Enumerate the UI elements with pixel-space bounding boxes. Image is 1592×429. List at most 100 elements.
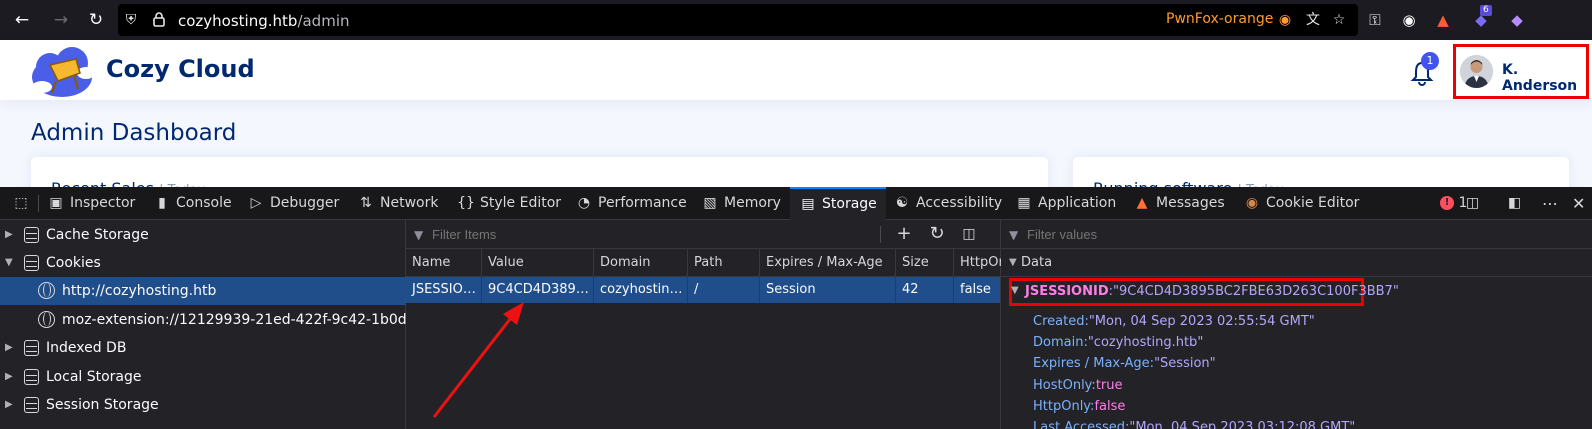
bookmark-star-icon[interactable]: ☆ — [1330, 11, 1348, 29]
tab-label: Application — [1038, 195, 1117, 211]
element-picker-icon[interactable]: ⬚ — [6, 187, 36, 220]
cell-size[interactable]: 42 — [896, 277, 954, 303]
profile-dropdown[interactable]: K. Anderson — [1453, 44, 1589, 99]
filter-icon: ▼ — [414, 228, 424, 242]
lock-icon[interactable] — [150, 11, 168, 29]
tree-item-moz-extension[interactable]: moz-extension://12129939-21ed-422f-9c42-… — [0, 306, 406, 334]
detail-row[interactable]: HostOnly:true — [1033, 377, 1123, 395]
globe-icon — [38, 282, 55, 299]
chevron-right-icon[interactable]: ▶ — [5, 221, 17, 249]
cell-name[interactable]: JSESSIONID — [406, 277, 482, 303]
console-icon: ▮ — [158, 195, 166, 211]
add-item-icon[interactable]: + — [891, 223, 917, 245]
tab-label: Network — [380, 195, 439, 211]
shield-icon[interactable]: ⛨ — [122, 11, 140, 29]
cell-value[interactable]: 9C4CD4D3895BC2FBE63D263C100F3BB7 — [482, 277, 594, 303]
detail-key: Expires / Max-Age: — [1033, 356, 1155, 371]
tab-accessibility[interactable]: ☯ Accessibility — [892, 187, 1002, 220]
chevron-right-icon[interactable]: ▶ — [5, 363, 17, 391]
brand-name[interactable]: Cozy Cloud — [106, 55, 255, 83]
pwnfox-icon[interactable]: ▲ — [1432, 9, 1454, 31]
divider — [880, 226, 881, 243]
tree-item-session-storage[interactable]: ▶ Session Storage — [0, 391, 406, 419]
filter-values-input[interactable] — [1027, 227, 1447, 242]
tree-item-cozyhosting[interactable]: http://cozyhosting.htb — [0, 277, 406, 305]
address-bar[interactable]: ⛨ cozyhosting.htb/admin PwnFox-orange ◉ … — [118, 4, 1358, 36]
refresh-icon[interactable]: ↻ — [924, 223, 950, 245]
tab-console[interactable]: ▮ Console — [152, 187, 231, 220]
database-icon — [24, 340, 39, 356]
tree-item-indexed-db[interactable]: ▶ Indexed DB — [0, 334, 406, 362]
tab-cookie-editor[interactable]: ◉ Cookie Editor — [1242, 187, 1360, 220]
tab-memory[interactable]: ▧ Memory — [700, 187, 781, 220]
detail-row[interactable]: HttpOnly:false — [1033, 398, 1125, 416]
tab-application[interactable]: ▦ Application — [1014, 187, 1116, 220]
column-header[interactable]: Size — [896, 249, 954, 277]
chevron-right-icon[interactable]: ▶ — [5, 334, 17, 362]
error-count-badge[interactable]: ! 1 — [1440, 187, 1467, 220]
split-console-icon[interactable]: ◫ — [1466, 187, 1479, 220]
detail-row[interactable]: Domain:"cozyhosting.htb" — [1033, 334, 1203, 352]
tab-performance[interactable]: ◔ Performance — [574, 187, 687, 220]
tab-inspector[interactable]: ▣ Inspector — [46, 187, 135, 220]
detail-row[interactable]: Last Accessed:"Mon, 04 Sep 2023 03:12:08… — [1033, 419, 1355, 429]
column-header[interactable]: Value — [482, 249, 594, 277]
database-icon — [24, 397, 39, 413]
chevron-right-icon[interactable]: ▶ — [5, 391, 17, 419]
column-header[interactable]: Name — [406, 249, 482, 277]
more-options-icon[interactable]: ⋯ — [1542, 187, 1558, 220]
user-name: K. Anderson — [1502, 62, 1578, 94]
purple-diamond-icon[interactable]: ◆ — [1506, 9, 1528, 31]
chevron-down-icon[interactable]: ▼ — [1009, 249, 1017, 277]
tab-messages[interactable]: ▲ Messages — [1132, 187, 1225, 220]
chevron-down-icon[interactable]: ▼ — [5, 249, 17, 277]
cell-path[interactable]: / — [688, 277, 760, 303]
cozy-cloud-logo[interactable] — [28, 43, 96, 99]
tree-item-cookies[interactable]: ▼ Cookies — [0, 249, 406, 277]
detail-key: HostOnly: — [1033, 378, 1096, 393]
column-header[interactable]: Domain — [594, 249, 688, 277]
container-label[interactable]: PwnFox-orange — [1166, 11, 1273, 27]
detail-row[interactable]: Created:"Mon, 04 Sep 2023 02:55:54 GMT" — [1033, 313, 1315, 331]
inspector-icon: ▣ — [49, 195, 63, 211]
tab-style-editor[interactable]: {} Style Editor — [456, 187, 561, 220]
detail-value: "Session" — [1154, 356, 1216, 371]
toggle-sidebar-icon[interactable]: ◫ — [956, 223, 982, 245]
detail-value: "Mon, 04 Sep 2023 03:12:08 GMT" — [1129, 420, 1356, 429]
filter-values-bar: ▼ — [1001, 220, 1592, 249]
detail-key: Domain: — [1033, 335, 1088, 350]
forward-arrow-icon[interactable]: → — [49, 8, 73, 32]
tab-storage[interactable]: ▤ Storage — [790, 187, 886, 220]
data-section-header[interactable]: ▼ Data — [1001, 249, 1592, 277]
cell-domain[interactable]: cozyhosting.htb — [594, 277, 688, 303]
url-text[interactable]: cozyhosting.htb/admin — [178, 12, 350, 30]
column-header[interactable]: Expires / Max-Age — [760, 249, 896, 277]
close-icon[interactable]: ✕ — [1572, 187, 1585, 220]
detail-key: HttpOnly: — [1033, 399, 1095, 414]
dock-icon[interactable]: ◧ — [1508, 187, 1521, 220]
tab-debugger[interactable]: ▷ Debugger — [246, 187, 340, 220]
cookie-extension-icon[interactable]: ◉ — [1398, 9, 1420, 31]
back-arrow-icon[interactable]: ← — [10, 8, 34, 32]
tree-item-local-storage[interactable]: ▶ Local Storage — [0, 363, 406, 391]
extensions-puzzle-icon[interactable]: ⚿ — [1364, 9, 1386, 31]
tab-label: Inspector — [70, 195, 136, 211]
cookie-table: ▼ + ↻ ◫ Name Value Domain Path Expires /… — [406, 220, 1001, 429]
filter-items-input[interactable] — [432, 227, 852, 242]
column-header[interactable]: Path — [688, 249, 760, 277]
database-icon — [24, 227, 39, 243]
cell-httponly[interactable]: false — [954, 277, 1001, 303]
tree-item-cache-storage[interactable]: ▶ Cache Storage — [0, 221, 406, 249]
reload-icon[interactable]: ↻ — [84, 8, 108, 32]
page-title: Admin Dashboard — [31, 120, 237, 146]
tab-network[interactable]: ⇅ Network — [356, 187, 438, 220]
detail-row[interactable]: Expires / Max-Age:"Session" — [1033, 355, 1216, 373]
cookie-entry[interactable]: JSESSIONID:"9C4CD4D3895BC2FBE63D263C100F… — [1025, 283, 1399, 301]
cookie-value: "9C4CD4D3895BC2FBE63D263C100F3BB7" — [1113, 284, 1399, 299]
translate-icon[interactable]: 文 — [1304, 11, 1322, 29]
column-header[interactable]: HttpOnly — [954, 249, 1001, 277]
messages-icon: ▲ — [1136, 195, 1148, 211]
chevron-down-icon[interactable]: ▼ — [1011, 285, 1019, 296]
cell-expires[interactable]: Session — [760, 277, 896, 303]
container-fingerprint-icon[interactable]: ◉ — [1276, 11, 1294, 29]
